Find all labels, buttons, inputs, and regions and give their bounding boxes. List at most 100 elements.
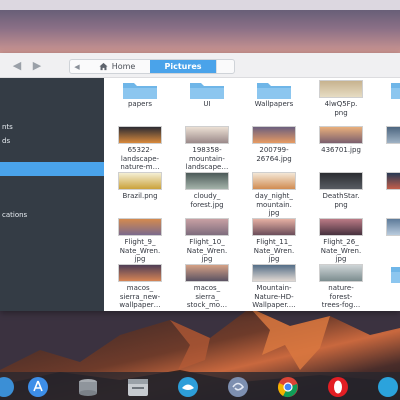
breadcrumb-home[interactable]: Home [84, 60, 150, 73]
file-item[interactable]: Flight_26_ Nate_Wren. jpg [308, 216, 374, 266]
file-item[interactable]: f su mou [375, 216, 400, 266]
breadcrumb-home-label: Home [111, 62, 136, 71]
image-thumbnail [118, 126, 162, 144]
file-name: Flight_11_ Nate_Wren. jpg [253, 238, 295, 263]
image-thumbnail [386, 218, 400, 236]
file-name: E5r [375, 192, 400, 201]
sidebar-item-downloads[interactable]: ds [0, 134, 104, 148]
files-icon[interactable] [126, 375, 150, 399]
file-item[interactable]: macos_ sierra_new- wallpaper… [107, 262, 173, 311]
folder-icon [391, 83, 400, 99]
file-name: pap [375, 284, 400, 293]
file-name: cloudy_ forest.jpg [190, 192, 224, 209]
file-item[interactable]: nature- forest- trees-fog… [308, 262, 374, 311]
launcher-icon[interactable] [0, 375, 16, 399]
file-item[interactable]: 65322- landscape- nature-m… [107, 124, 173, 174]
file-name: UI [203, 100, 211, 108]
sidebar-item-applications[interactable]: cations [0, 208, 104, 222]
file-name: DeathStar. png [322, 192, 360, 209]
file-name: 198358- mountain- landscape… [185, 146, 229, 171]
image-thumbnail [118, 264, 162, 282]
file-name: macos_ sierra_ stock_mo… [186, 284, 228, 309]
folder-icon [123, 83, 157, 99]
file-name: macos_ sierra_new- wallpaper… [119, 284, 161, 309]
image-thumbnail [252, 126, 296, 144]
file-item[interactable]: Mountain- Nature-HD- Wallpaper.… [241, 262, 307, 311]
file-name: 200799- 26764.jpg [256, 146, 292, 163]
file-manager-window: ◀ ▶ ◀ Home Pictures nts ds cations paper… [0, 53, 400, 311]
file-item[interactable]: 436701.jpg [308, 124, 374, 174]
image-thumbnail [252, 218, 296, 236]
image-thumbnail [118, 218, 162, 236]
sidebar: nts ds cations [0, 78, 104, 311]
file-item[interactable]: Flight_10_ Nate_Wren. jpg [174, 216, 240, 266]
folder-icon [190, 83, 224, 99]
dock [0, 372, 400, 400]
home-icon [99, 62, 108, 71]
folder-icon [391, 267, 400, 283]
image-thumbnail [118, 172, 162, 190]
folder-item[interactable]: Wallpapers [241, 78, 307, 128]
folder-item[interactable]: UI [174, 78, 240, 128]
breadcrumb-pictures[interactable]: Pictures [150, 60, 216, 73]
image-thumbnail [319, 264, 363, 282]
file-grid: papers UI Wallpapers 4lwQ5Fp. png 8sK 65322- … [104, 78, 400, 311]
file-name: f su mou [375, 238, 400, 264]
breadcrumb: ◀ Home Pictures [69, 59, 235, 74]
storage-icon[interactable] [76, 375, 100, 399]
image-thumbnail [319, 126, 363, 144]
image-thumbnail [319, 218, 363, 236]
file-item[interactable]: DeathStar. png [308, 170, 374, 220]
file-item[interactable]: day_night_ mountain. jpg [241, 170, 307, 220]
sidebar-item-documents[interactable]: nts [0, 120, 104, 134]
folder-item[interactable]: 8sK [375, 78, 400, 128]
file-name: Brazil.png [122, 192, 158, 200]
file-name: 8sK [375, 100, 400, 109]
file-item[interactable]: 4lwQ5Fp. png [308, 78, 374, 128]
swirl-icon[interactable] [226, 375, 250, 399]
file-name: Flight_9_ Nate_Wren. jpg [119, 238, 161, 263]
file-item[interactable]: 198358- mountain- landscape… [174, 124, 240, 174]
image-thumbnail [185, 218, 229, 236]
sidebar-item-pictures[interactable] [0, 162, 104, 176]
breadcrumb-empty[interactable] [216, 60, 234, 73]
file-item[interactable]: 200799- 26764.jpg [241, 124, 307, 174]
chevron-left-icon[interactable]: ◀ [70, 60, 84, 73]
file-name: day_night_ mountain. jpg [255, 192, 293, 217]
opera-icon[interactable] [326, 375, 350, 399]
file-item[interactable]: 11 67d [375, 124, 400, 174]
file-name: Wallpapers [254, 100, 294, 108]
file-name: 65322- landscape- nature-m… [120, 146, 160, 171]
image-thumbnail [386, 172, 400, 190]
image-thumbnail [252, 172, 296, 190]
file-name: nature- forest- trees-fog… [321, 284, 361, 309]
top-panel [0, 0, 400, 10]
folder-item[interactable]: pap [375, 262, 400, 311]
file-item[interactable]: cloudy_ forest.jpg [174, 170, 240, 220]
file-name: 436701.jpg [321, 146, 361, 154]
file-item[interactable]: E5r [375, 170, 400, 220]
crab-icon[interactable] [176, 375, 200, 399]
appstore-icon[interactable] [26, 375, 50, 399]
chrome-icon[interactable] [276, 375, 300, 399]
file-item[interactable]: Brazil.png [107, 170, 173, 220]
file-item[interactable]: Flight_11_ Nate_Wren. jpg [241, 216, 307, 266]
image-thumbnail [319, 172, 363, 190]
file-item[interactable]: Flight_9_ Nate_Wren. jpg [107, 216, 173, 266]
forward-icon[interactable]: ▶ [30, 59, 44, 73]
image-thumbnail [185, 126, 229, 144]
image-thumbnail [185, 172, 229, 190]
file-name: Mountain- Nature-HD- Wallpaper.… [252, 284, 296, 309]
back-icon[interactable]: ◀ [10, 59, 24, 73]
music-icon[interactable] [376, 375, 400, 399]
file-name: 11 67d [375, 146, 400, 163]
file-name: Flight_10_ Nate_Wren. jpg [186, 238, 228, 263]
folder-icon [257, 83, 291, 99]
image-thumbnail [386, 126, 400, 144]
file-item[interactable]: macos_ sierra_ stock_mo… [174, 262, 240, 311]
image-thumbnail [319, 80, 363, 98]
folder-item[interactable]: papers [107, 78, 173, 128]
image-thumbnail [252, 264, 296, 282]
image-thumbnail [185, 264, 229, 282]
file-name: 4lwQ5Fp. png [324, 100, 358, 117]
